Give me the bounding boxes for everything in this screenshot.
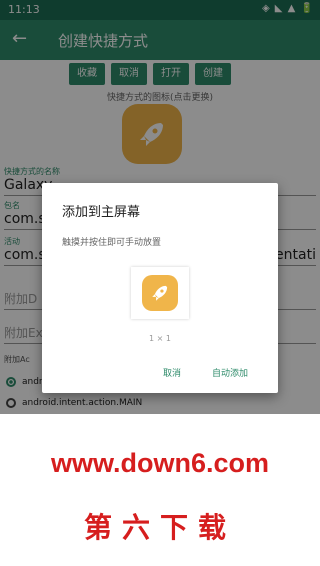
shortcut-preview[interactable]	[131, 267, 189, 319]
watermark-name: 第六下载	[83, 511, 236, 544]
auto-add-button[interactable]: 自动添加	[212, 366, 248, 379]
dialog-message: 触摸并按住即可手动放置	[62, 238, 162, 248]
watermark-url: www.down6.com	[50, 448, 270, 478]
add-to-home-dialog: 添加到主屏幕 触摸并按住即可手动放置 1 × 1 取消 自动添加	[42, 183, 278, 393]
rocket-icon	[142, 275, 178, 311]
watermark-banner: www.down6.com 第六下载	[0, 414, 320, 566]
dialog-title: 添加到主屏幕	[62, 205, 141, 220]
dialog-cancel-button[interactable]: 取消	[163, 366, 181, 379]
shortcut-size: 1 × 1	[149, 334, 171, 343]
